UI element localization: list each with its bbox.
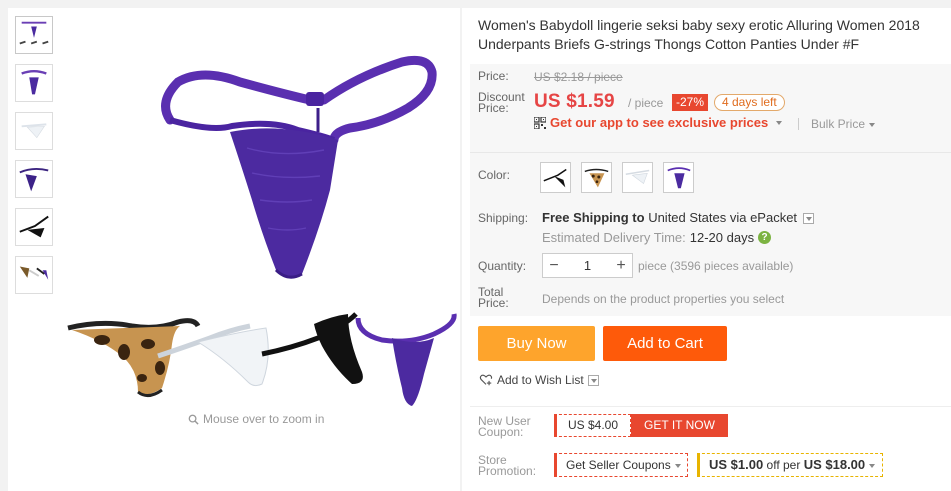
thumbnail-2[interactable] (15, 64, 53, 102)
days-left-badge: 4 days left (714, 94, 785, 111)
delivery-days: 12-20 days (689, 230, 755, 245)
divider (798, 118, 799, 130)
chevron-down-icon (587, 374, 599, 386)
new-user-coupon: US $4.00 GET IT NOW (554, 414, 728, 437)
delivery-label: Estimated Delivery Time: (542, 230, 686, 245)
product-thumbnail (21, 123, 47, 139)
product-thumbnail (19, 215, 49, 238)
chevron-down-icon (869, 122, 876, 127)
zoom-hint-text: Mouse over to zoom in (203, 412, 325, 426)
product-thumbnail (19, 21, 49, 45)
get-it-now-button[interactable]: GET IT NOW (631, 414, 728, 437)
product-title: Women's Babydoll lingerie seksi baby sex… (478, 17, 920, 52)
product-photo (67, 55, 457, 406)
color-label: Color: (478, 168, 511, 182)
current-price: US $1.59 (534, 91, 615, 112)
promo-threshold: US $18.00 (803, 457, 866, 472)
product-info-panel: Women's Babydoll lingerie seksi baby sex… (462, 8, 951, 491)
total-price-note: Depends on the product properties you se… (542, 292, 785, 306)
coupon-value: US $4.00 (554, 414, 632, 437)
zoom-hint: Mouse over to zoom in (188, 412, 324, 426)
store-promotion-label-line2: Promotion: (478, 464, 537, 478)
buy-now-button[interactable]: Buy Now (478, 326, 595, 361)
main-product-image[interactable] (62, 8, 460, 408)
shipping-destination: United States via ePacket (648, 210, 798, 225)
thumbnail-4[interactable] (15, 160, 53, 198)
shipping-selector[interactable]: Free Shipping to United States via ePack… (542, 210, 814, 225)
original-price: US $2.18 / piece (534, 70, 623, 84)
quantity-stepper: − + (542, 253, 633, 278)
shipping-label: Shipping: (478, 211, 529, 225)
discount-percent-badge: -27% (672, 94, 709, 111)
chevron-down-icon (776, 120, 783, 125)
wish-list-label: Add to Wish List (497, 373, 584, 387)
thumbnail-list (15, 16, 55, 304)
promo-off-text: off per (766, 458, 801, 472)
add-to-wish-list[interactable]: Add to Wish List (479, 373, 599, 387)
quantity-availability: piece (3596 pieces available) (638, 259, 794, 273)
product-thumbnail (19, 266, 49, 280)
free-shipping-text: Free Shipping to (542, 210, 645, 225)
quantity-input[interactable] (565, 254, 610, 277)
product-thumbnail (21, 69, 47, 95)
bulk-price-label: Bulk Price (811, 117, 866, 131)
chevron-down-icon (869, 463, 876, 468)
leopard-thong-icon (584, 168, 609, 188)
heart-plus-icon (479, 374, 493, 386)
product-gallery: Mouse over to zoom in (8, 8, 460, 491)
color-swatch-black[interactable] (540, 162, 571, 193)
app-promo-text: Get our app to see exclusive prices (550, 115, 769, 130)
chevron-down-icon (802, 213, 814, 225)
total-price-label-line2: Price: (478, 296, 509, 310)
app-promo-link[interactable]: Get our app to see exclusive prices (534, 115, 783, 130)
help-icon[interactable]: ? (758, 231, 772, 244)
black-thong-icon (543, 168, 567, 188)
bulk-price-dropdown[interactable]: Bulk Price (811, 117, 876, 131)
thumbnail-5[interactable] (15, 208, 53, 246)
get-seller-coupons-dropdown[interactable]: Get Seller Coupons (554, 453, 688, 477)
color-swatch-leopard[interactable] (581, 162, 612, 193)
magnifier-icon (188, 414, 199, 425)
add-to-cart-button[interactable]: Add to Cart (603, 326, 727, 361)
price-unit: / piece (628, 96, 664, 110)
estimated-delivery: Estimated Delivery Time: 12-20 days ? (542, 230, 772, 245)
seller-coupons-label: Get Seller Coupons (566, 458, 671, 472)
chevron-down-icon (674, 463, 681, 468)
color-swatch-list (540, 162, 694, 193)
promo-off-amount: US $1.00 (709, 457, 764, 472)
purple-thong-icon (667, 167, 691, 189)
color-swatch-white[interactable] (622, 162, 653, 193)
discount-price-label-line2: Price: (478, 101, 509, 115)
decrease-quantity-button[interactable]: − (543, 254, 565, 277)
product-thumbnail (19, 168, 49, 192)
increase-quantity-button[interactable]: + (610, 254, 632, 277)
store-promotion-dropdown[interactable]: US $1.00 off per US $18.00 (697, 453, 884, 477)
qr-code-icon (534, 116, 546, 129)
thumbnail-3[interactable] (15, 112, 53, 150)
white-thong-icon (625, 169, 650, 185)
color-swatch-purple[interactable] (663, 162, 694, 193)
quantity-label: Quantity: (478, 259, 527, 273)
new-user-coupon-label-line2: Coupon: (478, 425, 524, 439)
price-label: Price: (478, 69, 509, 83)
thumbnail-6[interactable] (15, 256, 53, 294)
thumbnail-1[interactable] (15, 16, 53, 54)
